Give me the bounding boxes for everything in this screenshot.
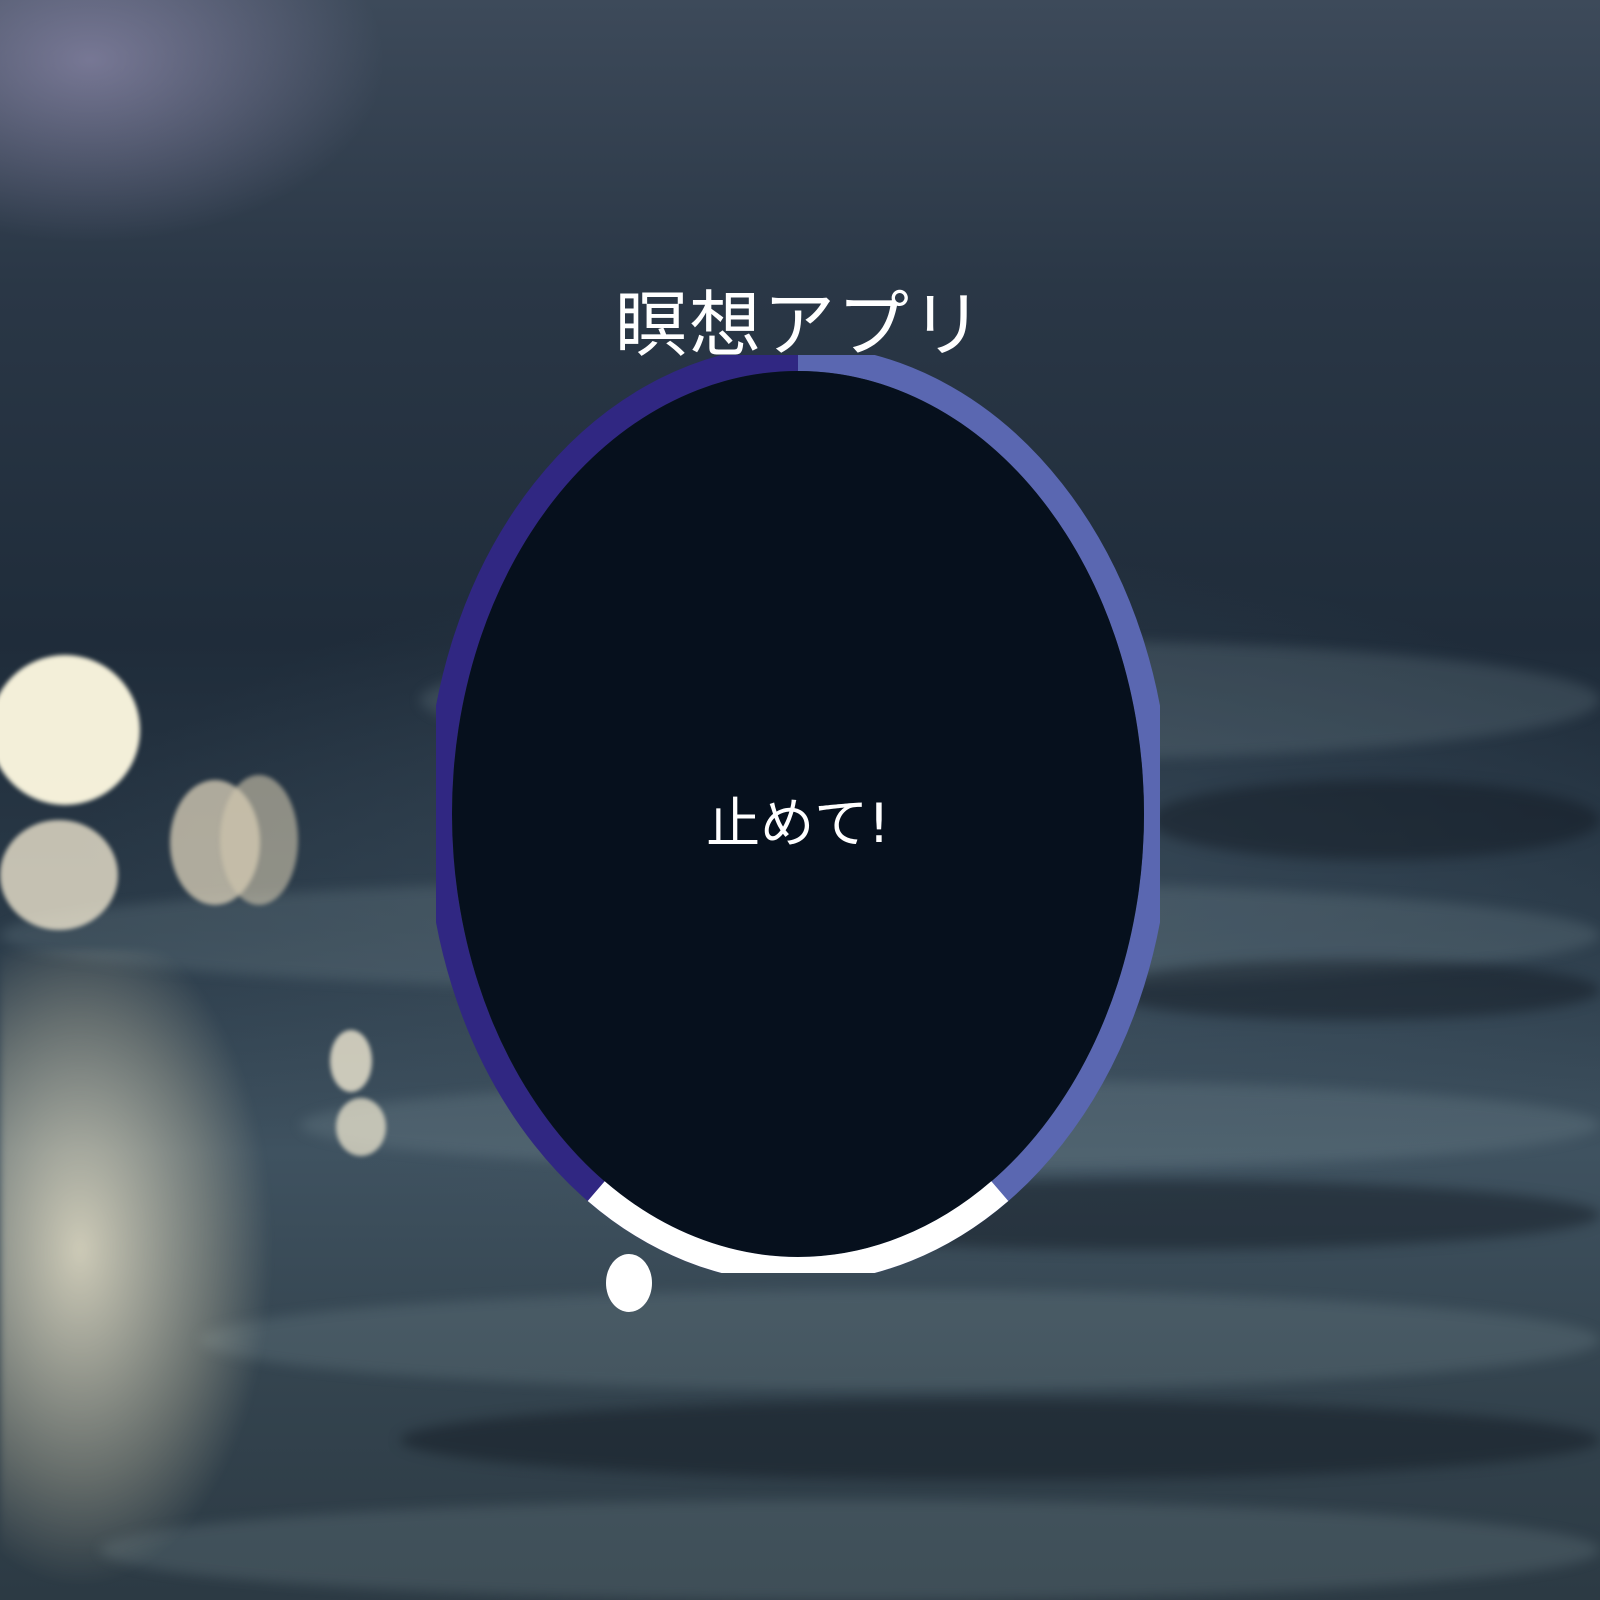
- timer-progress-handle[interactable]: [606, 1254, 652, 1312]
- meditation-timer-button[interactable]: 止めて!: [436, 355, 1160, 1273]
- stop-button-label: 止めて!: [706, 791, 890, 855]
